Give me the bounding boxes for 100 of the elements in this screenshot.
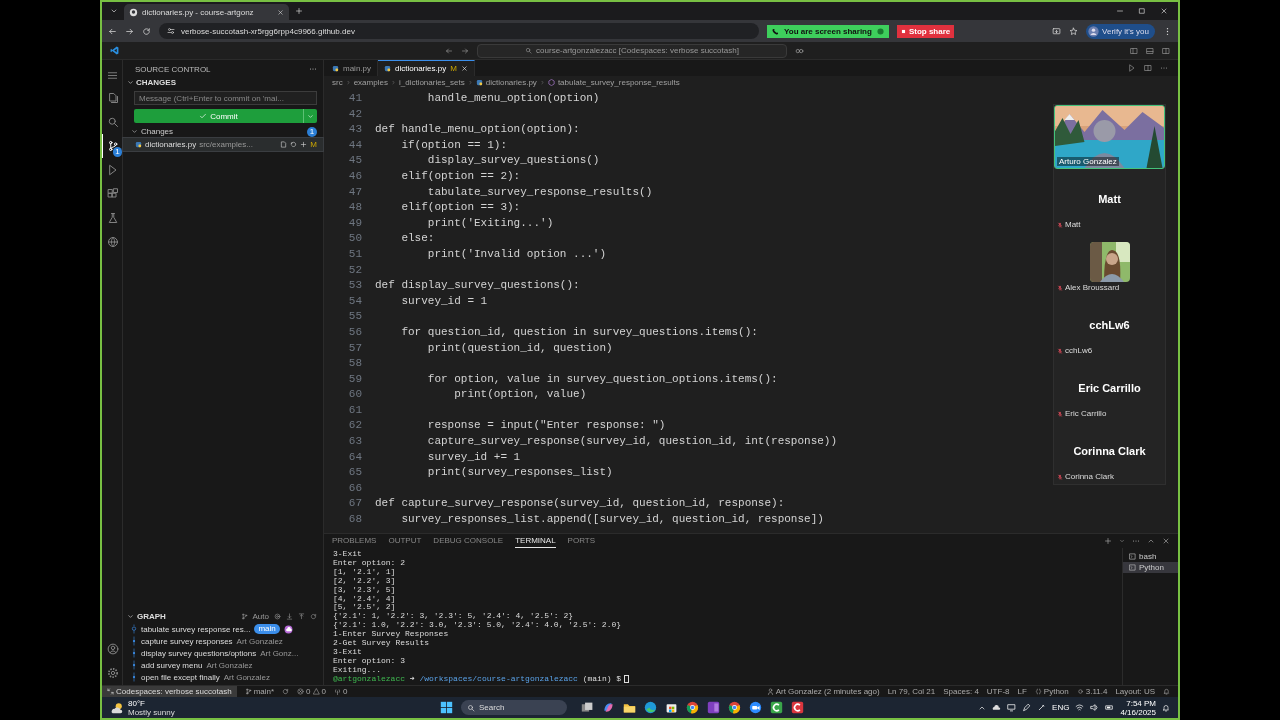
branch-item[interactable]: main*	[244, 687, 275, 696]
panel-tab[interactable]: PORTS	[567, 534, 596, 548]
branch-badge: main	[254, 624, 280, 634]
split-editor-icon[interactable]	[1144, 64, 1152, 72]
editor-tab[interactable]: dictionaries.py M	[378, 60, 475, 76]
panel-tab[interactable]: TERMINAL	[515, 534, 556, 548]
target-icon[interactable]	[274, 613, 281, 620]
line-number: 68	[347, 512, 362, 528]
line-ending-item[interactable]: LF	[1017, 687, 1027, 696]
breadcrumb-item[interactable]: tabulate_survey_response_results	[557, 78, 680, 87]
stylus-icon[interactable]	[1037, 703, 1047, 712]
profile-button[interactable]: Verify it's you	[1086, 23, 1155, 39]
commit-item[interactable]: open file except finally Art Gonzalez	[123, 671, 323, 683]
commit-item[interactable]: tabulate survey response res... main	[123, 623, 323, 635]
stop-share-button[interactable]: Stop share	[896, 24, 955, 38]
language-item[interactable]: Python	[1034, 687, 1069, 696]
note-app-icon[interactable]	[707, 701, 720, 714]
panel-tab[interactable]: PROBLEMS	[332, 534, 377, 548]
browser-tab[interactable]: dictionaries.py - course-artgonz	[124, 4, 289, 20]
star-icon[interactable]	[1069, 26, 1079, 36]
caret-icon[interactable]	[110, 7, 118, 15]
swirl-icon[interactable]	[602, 701, 615, 714]
discard-icon[interactable]	[290, 141, 298, 148]
command-center-field[interactable]: course-artgonzalezacc [Codespaces: verbose succotash]	[477, 43, 787, 58]
more-icon[interactable]	[309, 65, 317, 73]
more-icon[interactable]	[1160, 64, 1168, 72]
fetch-icon[interactable]	[286, 613, 293, 620]
close-icon[interactable]	[1162, 537, 1170, 545]
reload-icon[interactable]	[142, 26, 151, 36]
cursor-position-item[interactable]: Ln 79, Col 21	[887, 687, 936, 696]
caret-icon[interactable]	[131, 128, 138, 135]
terminal-item[interactable]: Python	[1123, 562, 1178, 573]
breadcrumb-item[interactable]: i_dictionaries_sets	[398, 78, 465, 87]
back-icon[interactable]	[108, 26, 117, 36]
wifi-icon[interactable]	[1075, 703, 1085, 712]
pen-icon[interactable]	[1022, 703, 1032, 712]
browser-icon[interactable]	[644, 701, 657, 714]
chevron-up-icon[interactable]	[1147, 537, 1155, 545]
install-icon[interactable]	[1052, 26, 1062, 36]
breadcrumb-item[interactable]: examples	[353, 78, 388, 87]
code-line: print(question_id, question)	[426, 340, 613, 356]
speaker-icon[interactable]	[1090, 703, 1100, 712]
blame-item[interactable]: Art Gonzalez (2 minutes ago)	[766, 687, 880, 696]
commit-item[interactable]: capture survey responses Art Gonzalez	[123, 635, 323, 647]
panel-layout-icon[interactable]	[1146, 46, 1154, 55]
forward-icon[interactable]	[125, 26, 134, 36]
run-icon[interactable]	[1128, 64, 1136, 72]
monitor-icon[interactable]	[1007, 703, 1017, 712]
encoding-item[interactable]: UTF-8	[986, 687, 1010, 696]
close-icon[interactable]	[460, 65, 468, 72]
terminal-line: 1-Enter Survey Responses	[333, 630, 450, 640]
menu-icon[interactable]	[106, 69, 118, 81]
taskbar-search-field[interactable]: Search	[461, 700, 567, 715]
line-number: 47	[347, 184, 362, 200]
keyboard-layout-item[interactable]: Layout: US	[1115, 687, 1155, 696]
panel-tab[interactable]: OUTPUT	[388, 534, 422, 548]
breadcrumb-item[interactable]: dictionaries.py	[485, 78, 537, 87]
sidebar-layout-icon[interactable]	[1130, 46, 1138, 55]
refresh-icon[interactable]	[310, 613, 317, 620]
folder-icon[interactable]	[623, 701, 636, 714]
app-tile-icon[interactable]	[791, 701, 804, 714]
problems-item[interactable]: 0 0	[297, 687, 326, 696]
code-line: response = input("Enter response: ")	[426, 418, 666, 434]
commit-message-field[interactable]: Message (Ctrl+Enter to commit on 'mai...	[134, 91, 317, 105]
open-file-icon[interactable]	[280, 141, 288, 148]
app-tile-icon[interactable]	[770, 701, 783, 714]
maximize-icon[interactable]	[1138, 7, 1146, 15]
bag-icon[interactable]	[665, 701, 678, 714]
grid-layout-icon[interactable]	[1162, 46, 1170, 55]
language-indicator[interactable]: ENG	[1052, 703, 1070, 712]
cloud-icon[interactable]	[992, 703, 1002, 712]
commit-item[interactable]: add survey menu Art Gonzalez	[123, 659, 323, 671]
more-icon[interactable]	[1132, 537, 1140, 545]
plus-icon[interactable]	[1104, 537, 1112, 545]
video-camera-icon[interactable]	[749, 701, 762, 714]
start-icon[interactable]	[440, 701, 453, 714]
bell-icon[interactable]	[1163, 688, 1170, 695]
breadcrumb-item[interactable]: src	[332, 78, 343, 87]
battery-icon[interactable]	[1105, 703, 1115, 712]
indentation-item[interactable]: Spaces: 4	[943, 687, 979, 696]
push-icon[interactable]	[298, 613, 305, 620]
panel-tab[interactable]: DEBUG CONSOLE	[433, 534, 504, 548]
browser-icon[interactable]	[728, 701, 741, 714]
terminal-item[interactable]: bash	[1123, 551, 1178, 562]
address-bar[interactable]: verbose-succotash-xr5rgg6rpp4c9966.github.dev	[159, 23, 759, 39]
remote-indicator[interactable]: Codespaces: verbose succotash	[102, 686, 237, 697]
forward-icon[interactable]	[461, 46, 469, 55]
interpreter-item[interactable]: 3.11.4	[1076, 687, 1108, 696]
back-icon[interactable]	[445, 46, 453, 55]
task-view-icon[interactable]	[581, 701, 594, 714]
changed-file-item[interactable]: dictionaries.py src/examples... M	[123, 138, 323, 151]
browser-icon[interactable]	[686, 701, 699, 714]
ports-item[interactable]: 0	[334, 687, 348, 696]
caret-icon[interactable]	[127, 613, 134, 620]
sync-icon[interactable]	[282, 688, 290, 695]
settings-icon[interactable]	[106, 667, 119, 679]
account-icon[interactable]	[106, 643, 119, 655]
caret-icon[interactable]	[127, 79, 134, 86]
minimize-icon[interactable]	[1116, 7, 1124, 15]
commit-item[interactable]: display survey questions/options Art Gonz...	[123, 647, 323, 659]
